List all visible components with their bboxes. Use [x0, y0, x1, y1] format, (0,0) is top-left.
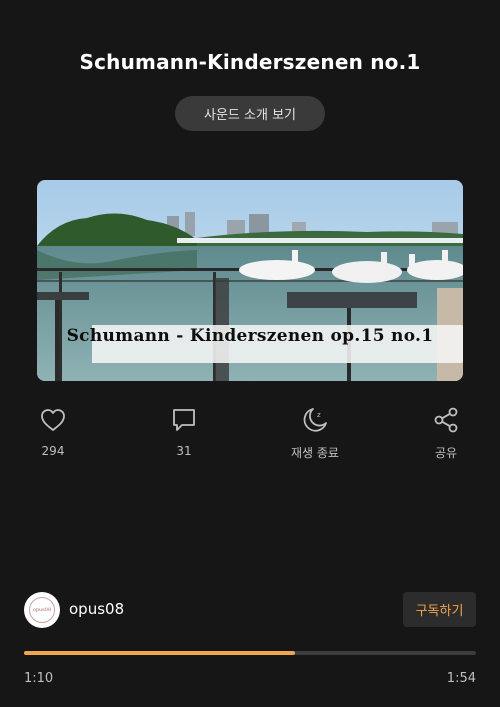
sleep-timer-button[interactable]: z 재생 종료 [270, 405, 360, 465]
comment-count: 31 [176, 444, 192, 458]
avatar-logo: opus08 [29, 597, 55, 623]
avatar[interactable]: opus08 [24, 592, 60, 628]
comment-button[interactable]: 31 [139, 405, 229, 465]
page-title: Schumann-Kinderszenen no.1 [79, 50, 421, 74]
progress-bar[interactable] [24, 651, 476, 655]
sleep-timer-icon: z [300, 405, 330, 435]
sleep-timer-label: 재생 종료 [291, 446, 339, 460]
subscribe-button[interactable]: 구독하기 [403, 592, 476, 627]
comment-icon [169, 405, 199, 435]
channel-name[interactable]: opus08 [69, 600, 124, 618]
share-label: 공유 [434, 446, 458, 460]
action-bar: 294 31 z 재생 종료 공유 [0, 405, 500, 465]
heart-icon [38, 405, 68, 435]
progress-fill [24, 651, 296, 655]
svg-text:z: z [317, 411, 321, 419]
player-screen: Schumann-Kinderszenen no.1 사운드 소개 보기 Sch… [0, 0, 500, 707]
cover-image: Schumann - Kinderszenen op.15 no.1 [37, 180, 463, 381]
sound-intro-button[interactable]: 사운드 소개 보기 [175, 96, 325, 131]
like-button[interactable]: 294 [8, 405, 98, 465]
share-icon [431, 405, 461, 435]
like-count: 294 [41, 444, 65, 458]
channel-row: opus08 opus08 구독하기 [24, 592, 476, 628]
total-time: 1:54 [446, 671, 476, 686]
current-time: 1:10 [24, 671, 54, 686]
share-button[interactable]: 공유 [401, 405, 491, 465]
cover-photo [37, 180, 463, 381]
cover-caption: Schumann - Kinderszenen op.15 no.1 [66, 326, 434, 346]
